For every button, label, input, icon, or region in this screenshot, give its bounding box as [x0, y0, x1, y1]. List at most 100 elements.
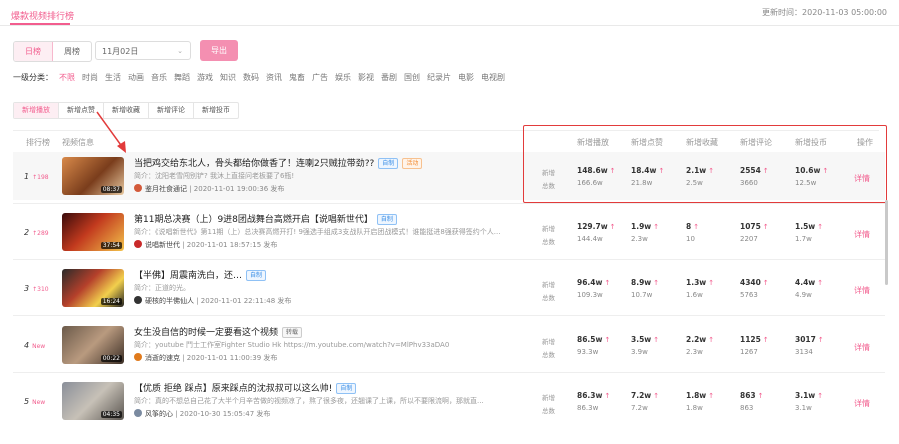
metric-new-value: 8.9w ↑ — [631, 278, 659, 287]
weekly-tab[interactable]: 周榜 — [53, 42, 91, 61]
video-description: 简介：youtube 鬥士工作室Fighter Studio Hk https:… — [134, 341, 450, 349]
metric-new-number: 863 — [740, 391, 756, 400]
metric-tab[interactable]: 新增投币 — [194, 103, 238, 118]
category-item[interactable]: 鬼畜 — [289, 72, 305, 83]
label-total: 总数 — [542, 294, 555, 302]
metric-total-value: 144.4w — [577, 235, 603, 243]
video-title[interactable]: 当把鸡交给东北人，骨头都给你做香了！连喇2只贼拉带劲?? 自制 活动 — [134, 156, 423, 169]
metric-new-value: 8 ↑ — [686, 222, 699, 231]
category-item[interactable]: 动画 — [128, 72, 144, 83]
category-item[interactable]: 国创 — [404, 72, 420, 83]
video-title[interactable]: 第11期总决赛（上）9进8团战舞台高燃开启【说唱新世代】 自制 — [134, 212, 397, 225]
video-title-text[interactable]: 【优质 拒绝 踩点】原来踩点的沈叔叔可以这么帅! — [134, 384, 332, 394]
metric-total-value: 3.1w — [795, 404, 812, 412]
video-description: 简介：沈阳老雪闯别铲? 我沐上直接问老板要了6瓶! — [134, 172, 295, 180]
detail-link[interactable]: 详情 — [854, 398, 870, 409]
detail-link[interactable]: 详情 — [854, 285, 870, 296]
metric-tab[interactable]: 新增播放 — [14, 103, 59, 118]
author-name[interactable]: 鉴月社食通记 — [145, 185, 187, 193]
category-item[interactable]: 番剧 — [381, 72, 397, 83]
col-info-header: 视频信息 — [62, 138, 94, 147]
video-meta: 硬核的半佛仙人 | 2020-11-01 22:11:48 发布 — [134, 296, 291, 306]
rank-cell: 3 ↑310 — [24, 284, 49, 293]
detail-link[interactable]: 详情 — [854, 229, 870, 240]
metric-total-value: 10.7w — [631, 291, 653, 299]
category-item[interactable]: 音乐 — [151, 72, 167, 83]
author-name[interactable]: 硬核的半佛仙人 — [145, 297, 194, 305]
author-name[interactable]: 风筝的心 — [145, 410, 173, 418]
video-title[interactable]: 【半佛】周震南洗白，还… 自制 — [134, 268, 267, 281]
video-meta: 消逝的速克 | 2020-11-01 11:00:39 发布 — [134, 353, 277, 363]
video-thumbnail[interactable]: 16:24 — [62, 269, 124, 307]
metric-new-number: 129.7w — [577, 222, 608, 231]
metric-total-value: 5763 — [740, 291, 758, 299]
metric-new-number: 7.2w — [631, 391, 652, 400]
video-duration: 37:54 — [100, 242, 122, 249]
category-item[interactable]: 影视 — [358, 72, 374, 83]
video-title-text[interactable]: 女生没自信的时候一定要看这个视频 — [134, 328, 278, 338]
rank-change: ↑289 — [32, 230, 49, 237]
video-title-text[interactable]: 第11期总决赛（上）9进8团战舞台高燃开启【说唱新世代】 — [134, 215, 373, 225]
detail-link[interactable]: 详情 — [854, 342, 870, 353]
author-name[interactable]: 消逝的速克 — [145, 354, 180, 362]
avatar[interactable] — [134, 240, 142, 248]
arrow-up-icon: ↑ — [653, 223, 660, 231]
category-item[interactable]: 广告 — [312, 72, 328, 83]
category-item[interactable]: 知识 — [220, 72, 236, 83]
metric-new-number: 1.8w — [686, 391, 707, 400]
scrollbar-thumb[interactable] — [885, 200, 888, 285]
category-item[interactable]: 资讯 — [266, 72, 282, 83]
metric-new-number: 1.9w — [631, 222, 652, 231]
category-item[interactable]: 游戏 — [197, 72, 213, 83]
video-tag: 自制 — [376, 214, 397, 225]
category-item[interactable]: 舞蹈 — [174, 72, 190, 83]
metric-tab[interactable]: 新增评论 — [149, 103, 194, 118]
video-thumbnail[interactable]: 08:37 — [62, 157, 124, 195]
author-name[interactable]: 说唱新世代 — [145, 241, 180, 249]
date-select[interactable]: 11月02日 ⌄ — [95, 41, 191, 60]
video-thumbnail[interactable]: 00:22 — [62, 326, 124, 364]
avatar[interactable] — [134, 296, 142, 304]
metric-new-value: 86.3w ↑ — [577, 391, 610, 400]
video-thumbnail[interactable]: 37:54 — [62, 213, 124, 251]
category-item[interactable]: 娱乐 — [335, 72, 351, 83]
video-title-text[interactable]: 当把鸡交给东北人，骨头都给你做香了！连喇2只贼拉带劲?? — [134, 159, 374, 169]
metric-total-value: 2.3w — [631, 235, 648, 243]
update-time: 更新时间：2020-11-03 05:00:00 — [762, 8, 887, 17]
arrow-up-icon: ↑ — [609, 223, 616, 231]
video-title[interactable]: 【优质 拒绝 踩点】原来踩点的沈叔叔可以这么帅! 自制 — [134, 381, 357, 394]
rank-change: ↑310 — [32, 286, 49, 293]
category-item[interactable]: 不限 — [59, 72, 75, 83]
arrow-up-icon: ↑ — [817, 223, 824, 231]
arrow-up-icon: ↑ — [708, 279, 715, 287]
metric-total-value: 4.9w — [795, 291, 812, 299]
video-duration: 04:35 — [100, 411, 122, 418]
export-button[interactable]: 导出 — [200, 40, 238, 61]
category-label: 一级分类： — [13, 73, 53, 82]
avatar[interactable] — [134, 184, 142, 192]
avatar[interactable] — [134, 353, 142, 361]
video-tag: 自制 — [246, 270, 267, 281]
category-item[interactable]: 电视剧 — [481, 72, 505, 83]
category-item[interactable]: 数码 — [243, 72, 259, 83]
period-switch: 日榜 周榜 — [13, 41, 92, 62]
metric-new-value: 129.7w ↑ — [577, 222, 616, 231]
tab-hot-video-ranking[interactable]: 爆款视频排行榜 — [11, 9, 74, 22]
metric-new-number: 86.3w — [577, 391, 603, 400]
date-value: 11月02日 — [102, 47, 139, 56]
video-thumbnail[interactable]: 04:35 — [62, 382, 124, 420]
daily-tab[interactable]: 日榜 — [14, 42, 53, 61]
video-duration: 00:22 — [100, 355, 122, 362]
video-title-text[interactable]: 【半佛】周震南洗白，还… — [134, 271, 242, 281]
category-item[interactable]: 时尚 — [82, 72, 98, 83]
video-title[interactable]: 女生没自信的时候一定要看这个视频 转载 — [134, 325, 303, 338]
category-item[interactable]: 纪录片 — [427, 72, 451, 83]
metric-new-number: 1125 — [740, 335, 761, 344]
avatar[interactable] — [134, 409, 142, 417]
metric-new-number: 3017 — [795, 335, 816, 344]
rank-cell: 5 New — [24, 397, 45, 406]
metric-new-value: 3017 ↑ — [795, 335, 824, 344]
category-item[interactable]: 电影 — [458, 72, 474, 83]
category-item[interactable]: 生活 — [105, 72, 121, 83]
publish-time: | 2020-11-01 22:11:48 发布 — [194, 297, 292, 305]
